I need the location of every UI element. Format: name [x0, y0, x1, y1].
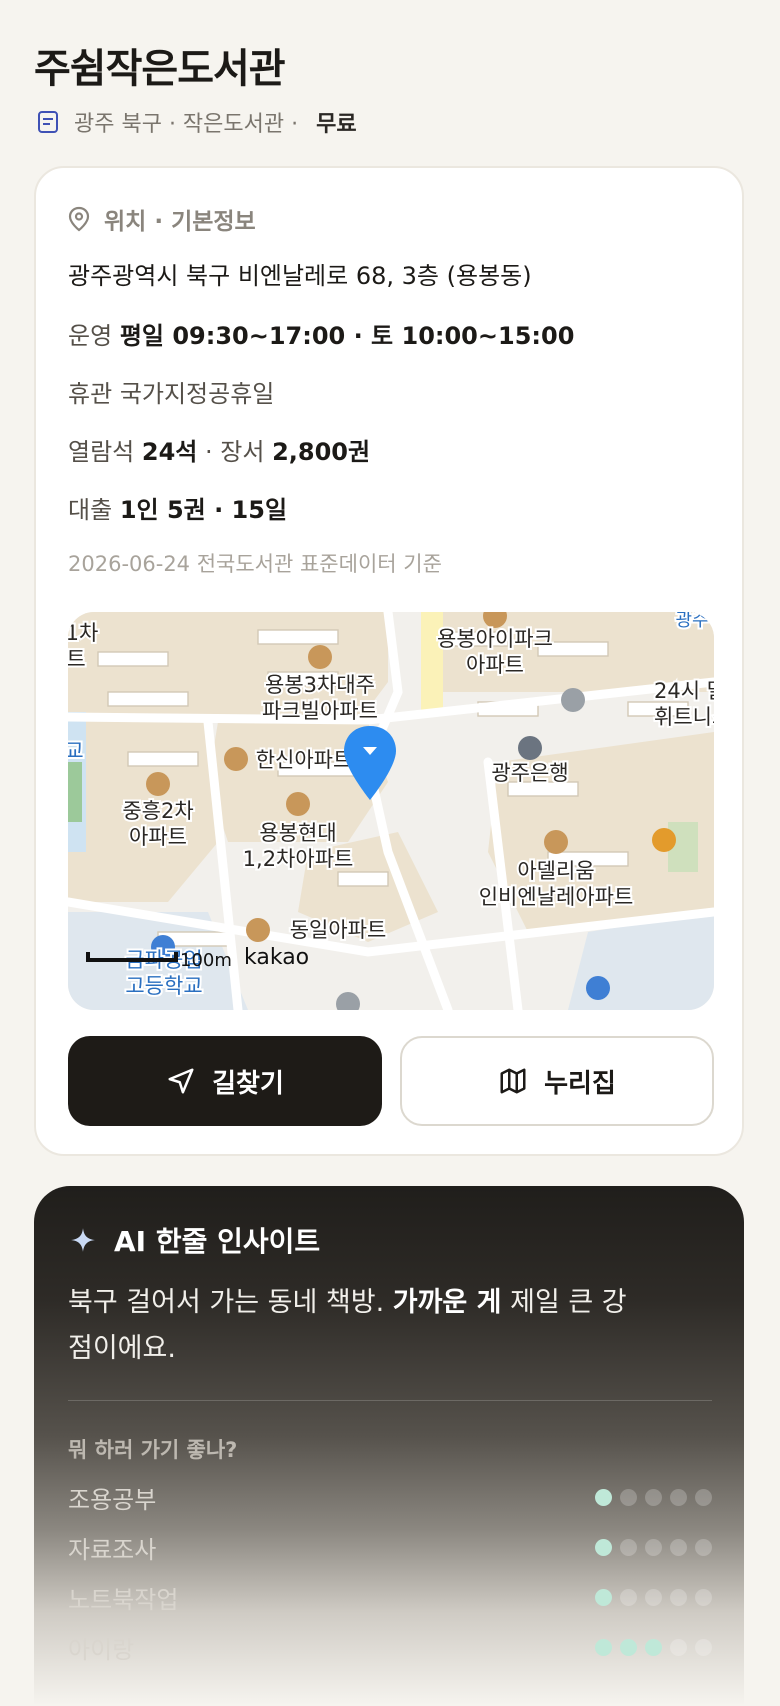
rating-dots — [595, 1488, 712, 1506]
rating-dot — [595, 1538, 612, 1556]
map-label: 용봉현대 — [259, 821, 336, 845]
map-label: 1,2차아파트 — [243, 847, 354, 871]
document-icon — [38, 111, 58, 133]
map-label: 휘트니스 — [654, 705, 714, 729]
map-label: 한신아파트 — [256, 748, 353, 772]
rating-dot — [670, 1538, 687, 1556]
website-button[interactable]: 누리집 — [400, 1036, 714, 1126]
rating-dot — [595, 1638, 612, 1656]
rating-dot — [595, 1488, 612, 1506]
section-header: 위치 · 기본정보 — [68, 202, 256, 236]
ai-text-pre: 북구 걸어서 가는 동네 책방. — [68, 1287, 385, 1318]
rating-dot — [670, 1588, 687, 1606]
map-label: 용봉아이파크 — [437, 627, 553, 651]
location-pin-icon — [68, 206, 90, 232]
divider — [68, 1400, 712, 1401]
map-label: 인비엔날레아파트 — [479, 885, 634, 909]
rating-row: 노트북작업 — [68, 1582, 712, 1614]
rating-dot — [695, 1488, 712, 1506]
rating-label: 자료조사 — [68, 1535, 157, 1564]
subtitle-location: 광주 북구 · 작은도서관 · — [74, 112, 299, 137]
rating-label: 노트북작업 — [68, 1585, 179, 1614]
ai-insight-card: AI 한줄 인사이트 북구 걸어서 가는 동네 책방. 가까운 게 제일 큰 강… — [34, 1186, 744, 1706]
rating-label: 조용공부 — [68, 1485, 157, 1514]
map-label: 고등학교 — [125, 974, 202, 998]
ai-insight-text: 북구 걸어서 가는 동네 책방. 가까운 게 제일 큰 강점이에요. — [68, 1280, 628, 1372]
map-icon — [500, 1068, 526, 1094]
rating-label: 아이랑 — [68, 1635, 135, 1664]
map-label: 24시 달리 — [654, 679, 714, 703]
closed-label: 휴관 — [68, 380, 113, 408]
rating-dot — [645, 1638, 662, 1656]
capacity: 열람석 24석 · 장서 2,800권 — [68, 432, 370, 467]
scale-label: 100m — [180, 950, 232, 971]
hours-value: 평일 09:30~17:00 · 토 10:00~15:00 — [119, 322, 575, 350]
ai-insight-title: AI 한줄 인사이트 — [114, 1225, 321, 1258]
navigation-arrow-icon — [168, 1068, 194, 1094]
hours-label: 운영 — [68, 322, 113, 350]
hours: 운영 평일 09:30~17:00 · 토 10:00~15:00 — [68, 316, 574, 351]
rating-dot — [670, 1638, 687, 1656]
loan-value: 1인 5권 · 15일 — [119, 496, 288, 524]
map-label: 교 — [68, 739, 84, 763]
rating-row: 아이랑 — [68, 1632, 712, 1664]
map-view[interactable]: 용봉아이파크 아파트 용봉3차대주 파크빌아파트 한신아파트 광주은행 24시 … — [68, 612, 714, 1010]
map-label: 동일아파트 — [290, 918, 387, 942]
seats-label: 열람석 — [68, 438, 135, 466]
info-card: 위치 · 기본정보 광주광역시 북구 비엔날레로 68, 3층 (용봉동) 운영… — [34, 166, 744, 1156]
section-title: 위치 · 기본정보 — [104, 209, 256, 235]
map-label: 광주 — [675, 612, 708, 631]
rating-dot — [695, 1588, 712, 1606]
directions-button[interactable]: 길찾기 — [68, 1036, 382, 1126]
rating-dot — [620, 1638, 637, 1656]
map-label: 아파트 — [466, 653, 524, 677]
rating-dots — [595, 1588, 712, 1606]
rating-dot — [695, 1638, 712, 1656]
ai-text-bold: 가까운 게 — [392, 1287, 502, 1318]
address: 광주광역시 북구 비엔날레로 68, 3층 (용봉동) — [68, 262, 532, 290]
ai-insight-header: AI 한줄 인사이트 — [70, 1220, 320, 1260]
map-label: 아파트 — [129, 825, 187, 849]
rating-row: 자료조사 — [68, 1532, 712, 1564]
loan-policy: 대출 1인 5권 · 15일 — [68, 490, 287, 525]
books-label: · 장서 — [205, 438, 265, 466]
closed-days: 휴관 국가지정공휴일 — [68, 374, 274, 409]
rating-dot — [620, 1488, 637, 1506]
rating-dot — [645, 1488, 662, 1506]
closed-value: 국가지정공휴일 — [119, 380, 275, 408]
loan-label: 대출 — [68, 496, 113, 524]
rating-dot — [595, 1588, 612, 1606]
map-label: 파크빌아파트 — [262, 699, 378, 723]
rating-dots — [595, 1638, 712, 1656]
rating-row: 조용공부 — [68, 1482, 712, 1514]
page-title: 주쉼작은도서관 — [34, 46, 286, 92]
map-label: 용봉3차대주 — [265, 673, 375, 697]
activity-question: 뭐 하러 가기 좋나? — [68, 1438, 238, 1462]
map-label: 트 — [68, 647, 86, 671]
map-label: 광주은행 — [491, 761, 568, 785]
map-label: 중흥2차 — [122, 799, 193, 823]
rating-dot — [620, 1538, 637, 1556]
rating-dot — [620, 1588, 637, 1606]
map-brand: kakao — [244, 945, 309, 970]
sparkle-icon — [71, 1228, 95, 1252]
rating-dots — [595, 1538, 712, 1556]
subtitle: 광주 북구 · 작은도서관 · 무료 — [36, 106, 357, 138]
data-basis: 2026-06-24 전국도서관 표준데이터 기준 — [68, 552, 442, 576]
website-label: 누리집 — [544, 1068, 616, 1099]
books-value: 2,800권 — [272, 438, 371, 466]
map-label: 아델리움 — [517, 859, 594, 883]
seats-value: 24석 — [141, 438, 198, 466]
rating-dot — [645, 1588, 662, 1606]
map-label: 1차 — [68, 621, 98, 645]
directions-label: 길찾기 — [212, 1068, 284, 1099]
rating-dot — [645, 1538, 662, 1556]
rating-dot — [695, 1538, 712, 1556]
fee-badge: 무료 — [316, 112, 357, 137]
rating-dot — [670, 1488, 687, 1506]
